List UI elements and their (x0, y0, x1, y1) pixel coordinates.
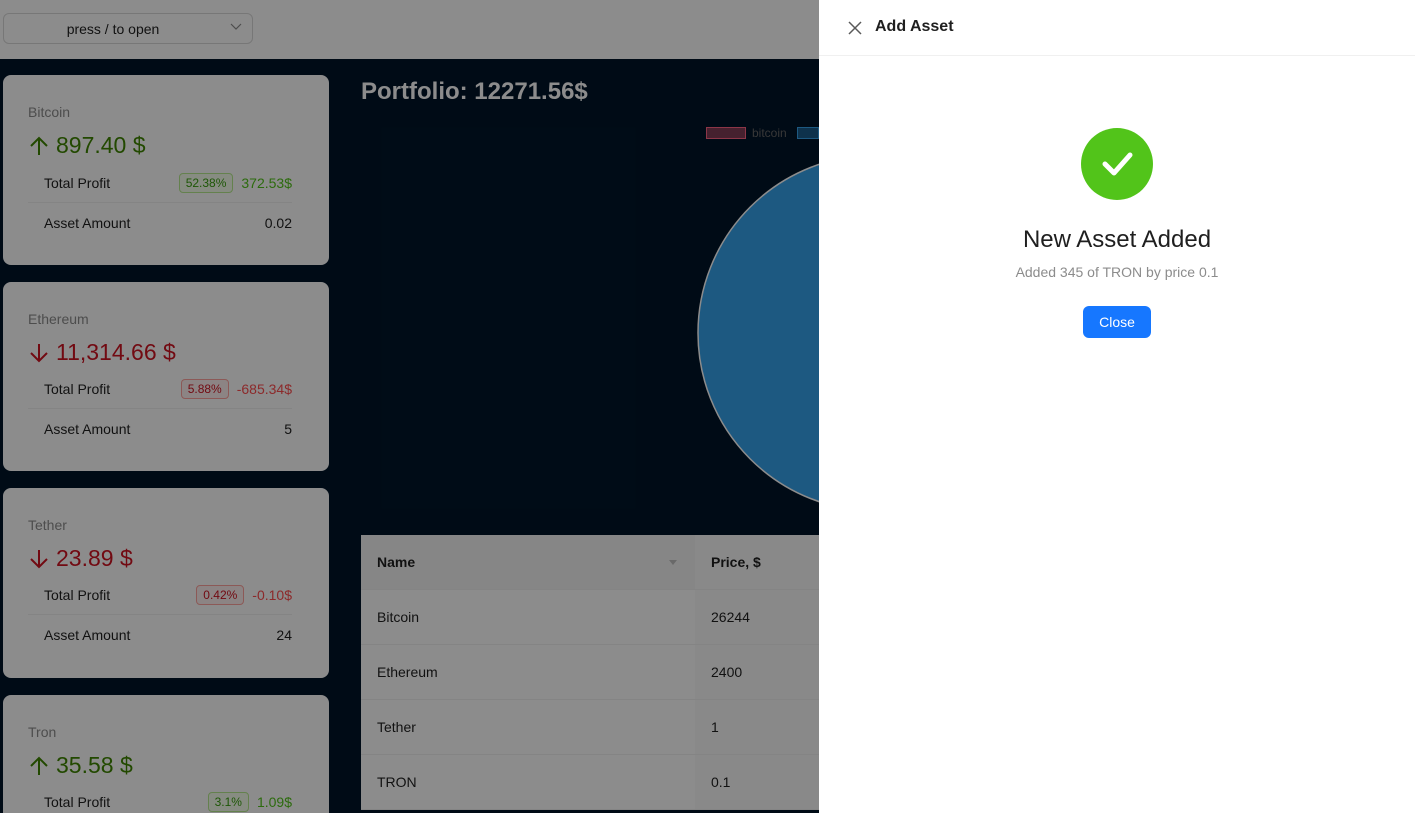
result-subtitle: Added 345 of TRON by price 0.1 (1015, 264, 1219, 280)
result-title: New Asset Added (1022, 226, 1212, 253)
add-asset-drawer: Add Asset New Asset Added Added 345 of T… (819, 0, 1415, 813)
drawer-header: Add Asset (819, 0, 1415, 56)
success-result: New Asset Added Added 345 of TRON by pri… (819, 128, 1415, 338)
close-button[interactable]: Close (1083, 306, 1151, 338)
check-circle-icon (1081, 128, 1153, 200)
close-icon[interactable] (847, 20, 863, 36)
drawer-title: Add Asset (875, 18, 954, 35)
